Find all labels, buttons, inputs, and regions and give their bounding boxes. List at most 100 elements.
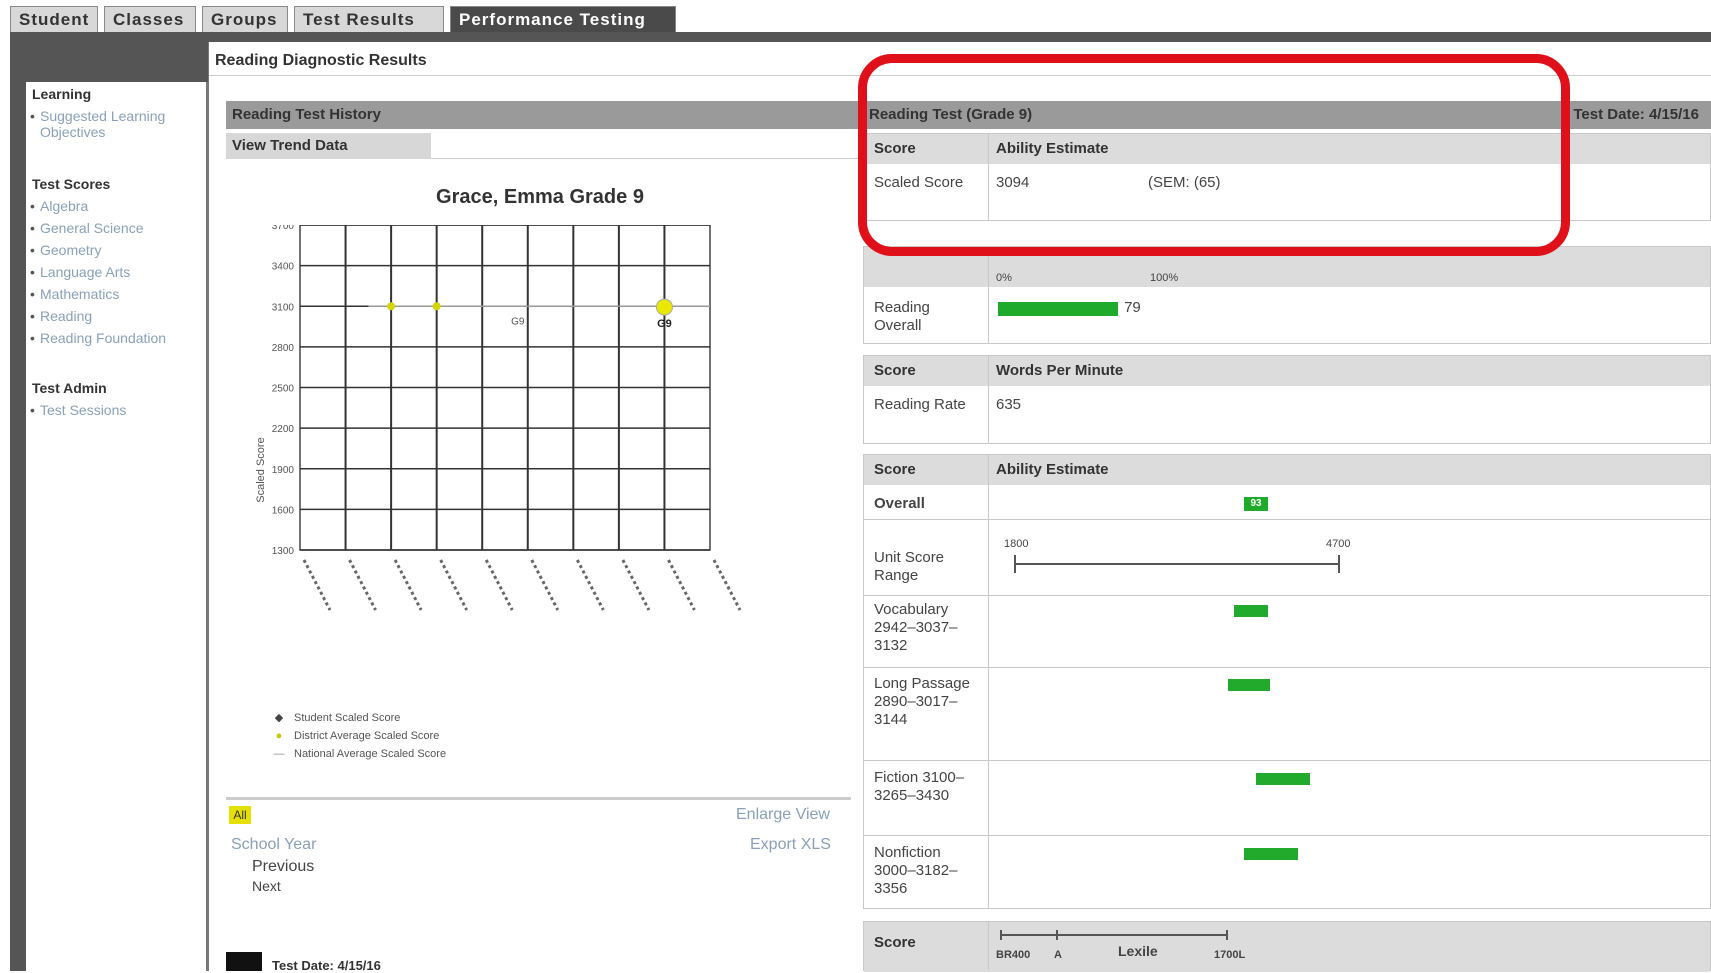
y-tick-label: 2200 [272, 424, 295, 435]
column-divider [988, 356, 989, 443]
wpm-header: Words Per Minute [996, 362, 1124, 379]
legend-national-label: National Average Scaled Score [294, 748, 447, 760]
percent-max: 100% [1150, 272, 1179, 284]
sidebar-link-suggested-learning-objectives[interactable]: Suggested Learning Objectives [30, 108, 200, 140]
unit-range-start [1014, 555, 1016, 573]
next-link[interactable]: Next [252, 878, 281, 894]
sidebar-link-reading-foundation[interactable]: Reading Foundation [30, 330, 166, 346]
nonfiction-label: Nonfiction 3000–3182–3356 [874, 844, 958, 897]
student-score-point [655, 298, 673, 316]
lexile-tick-min [1000, 930, 1002, 940]
student-point-label: G9 [657, 318, 672, 330]
trend-chart: Scaled Score 1300 1600 1900 2200 2500 2800 310… [255, 225, 742, 611]
y-tick-label: 3700 [272, 225, 295, 232]
unit-min: 1800 [1004, 538, 1029, 550]
unit-score-range-label: Unit Score Range [874, 549, 945, 584]
sidebar-link-general-science[interactable]: General Science [30, 220, 143, 236]
y-tick-label: 1300 [272, 546, 295, 557]
tab-underline [431, 158, 863, 159]
row-divider [864, 519, 1710, 520]
unit-range-line [1014, 563, 1340, 565]
reading-overall-label: Reading Overall [874, 299, 930, 334]
fiction-label: Fiction 3100–3265–3430 [874, 769, 965, 804]
legend-student-icon: ◆ [274, 712, 284, 724]
sidebar-link-geometry[interactable]: Geometry [30, 242, 102, 258]
tab-performance-testing[interactable]: Performance Testing [450, 6, 676, 32]
legend-district-label: District Average Scaled Score [294, 730, 440, 742]
percent-min: 0% [996, 272, 1012, 284]
test-date: Test Date: 4/15/16 [1573, 106, 1699, 123]
district-average-point [387, 302, 396, 311]
school-year-link[interactable]: School Year [231, 836, 316, 854]
long-passage-label: Long Passage 2890–3017–3144 [874, 675, 970, 728]
legend-national-icon: — [273, 748, 285, 760]
score-header-2: Score [874, 362, 916, 379]
y-tick-label: 2500 [272, 384, 295, 395]
legend-district: ● District Average Scaled Score [272, 728, 440, 744]
sidebar-link-algebra[interactable]: Algebra [30, 198, 88, 214]
unit-max: 4700 [1326, 538, 1351, 550]
enlarge-view-link[interactable]: Enlarge View [736, 806, 830, 824]
table-header [864, 922, 1710, 972]
reading-overall-bar [998, 302, 1119, 316]
footer-marker [226, 952, 262, 971]
y-tick-label: 1900 [272, 465, 295, 476]
tab-student[interactable]: Student [10, 6, 98, 32]
x-tick-mark [302, 559, 332, 611]
y-tick-label: 3400 [272, 262, 295, 273]
legend-national: — National Average Scaled Score [272, 746, 447, 762]
sidebar-heading-test-scores: Test Scores [32, 176, 111, 192]
history-title-bar: Reading Test History [226, 101, 863, 129]
long-passage-bar [1228, 679, 1270, 691]
x-tick-mark [621, 559, 651, 611]
export-xls-link[interactable]: Export XLS [750, 836, 831, 854]
reading-overall-value: 79 [1124, 299, 1141, 316]
sidebar-link-test-sessions[interactable]: Test Sessions [30, 402, 126, 418]
tab-groups[interactable]: Groups [202, 6, 288, 32]
row-divider [864, 835, 1710, 836]
sidebar-heading-learning: Learning [32, 86, 92, 102]
column-divider [988, 247, 989, 343]
view-trend-data-tab[interactable]: View Trend Data [226, 133, 431, 159]
all-filter[interactable]: All [229, 806, 251, 824]
x-tick-mark [712, 559, 742, 611]
vocabulary-label: Vocabulary 2942–3037–3132 [874, 601, 958, 654]
x-tick-mark [667, 559, 696, 611]
overall-label: Overall [874, 495, 925, 512]
nonfiction-bar [1244, 848, 1298, 860]
unit-range-end [1338, 555, 1340, 573]
y-tick-label: 1600 [272, 505, 295, 516]
top-frame-bar [10, 32, 1711, 42]
score-header-3: Score [874, 461, 916, 478]
table-header [864, 455, 1710, 485]
x-tick-mark [576, 559, 605, 611]
previous-link[interactable]: Previous [252, 858, 314, 876]
y-axis-label: Scaled Score [255, 437, 267, 502]
sidebar-link-reading[interactable]: Reading [30, 308, 92, 324]
column-divider [988, 455, 989, 908]
tab-test-results[interactable]: Test Results [294, 6, 444, 32]
top-navigation: Student Classes Groups Test Results Perf… [0, 0, 1711, 34]
sidebar-link-mathematics[interactable]: Mathematics [30, 286, 119, 302]
x-tick-mark [484, 559, 514, 611]
score-header-4: Score [874, 934, 916, 951]
district-point-label: G9 [511, 316, 525, 327]
lexile-scale-line [1000, 934, 1226, 936]
x-tick-mark [439, 559, 468, 611]
row-divider [864, 667, 1710, 668]
overall-badge: 93 [1244, 497, 1268, 511]
chart-title: Grace, Emma Grade 9 [436, 186, 644, 208]
lexile-a: A [1054, 949, 1062, 961]
y-tick-label: 2800 [272, 343, 295, 354]
sidebar-header [26, 42, 208, 82]
words-per-minute-table: Score Words Per Minute Reading Rate 635 [863, 355, 1711, 444]
legend-district-icon: ● [275, 730, 283, 742]
lexile-min: BR400 [996, 949, 1031, 961]
divider [226, 797, 851, 800]
district-average-point [432, 302, 441, 311]
tab-classes[interactable]: Classes [104, 6, 196, 32]
x-tick-mark [530, 559, 560, 611]
table-header [864, 356, 1710, 386]
left-frame-bar [10, 32, 26, 971]
sidebar-link-language-arts[interactable]: Language Arts [30, 264, 130, 280]
